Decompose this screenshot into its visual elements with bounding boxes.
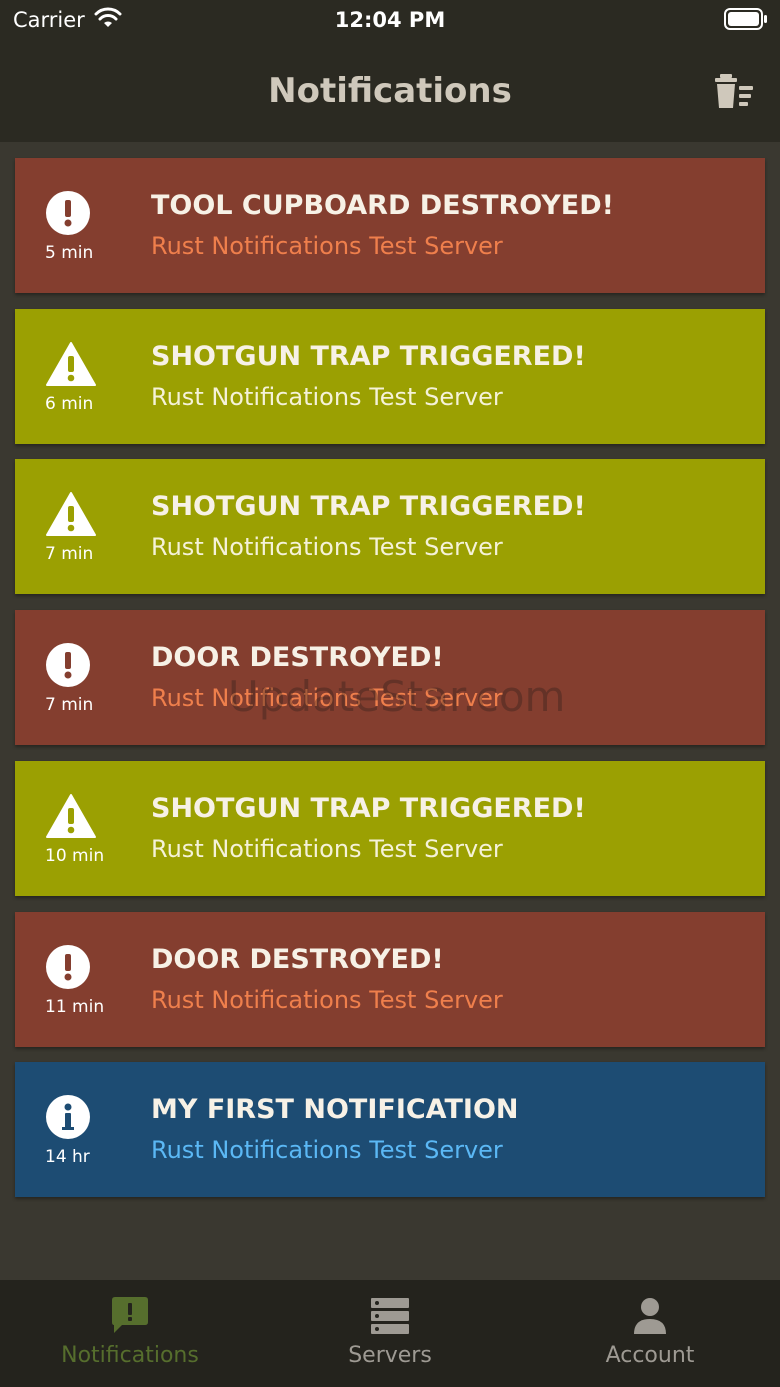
notification-title: DOOR DESTROYED! — [151, 943, 444, 975]
tab-notifications[interactable]: Notifications — [0, 1280, 260, 1387]
notification-server: Rust Notifications Test Server — [151, 1136, 503, 1165]
notification-card[interactable]: 10 min SHOTGUN TRAP TRIGGERED! Rust Notifi… — [15, 760, 765, 896]
warning-triangle-icon — [45, 793, 96, 839]
notification-age: 11 min — [45, 996, 105, 1017]
notification-card[interactable]: 7 min DOOR DESTROYED! Rust Notifications T… — [15, 610, 765, 746]
notification-title: MY FIRST NOTIFICATION — [151, 1094, 519, 1126]
notification-card[interactable]: 5 min TOOL CUPBOARD DESTROYED! Rust Notifi… — [15, 158, 765, 293]
alert-circle-icon — [45, 642, 91, 688]
navigation-bar: Notifications — [0, 44, 780, 142]
status-time: 12:04 PM — [334, 8, 446, 32]
alert-circle-icon — [45, 944, 91, 990]
notification-age: 14 hr — [45, 1147, 90, 1168]
trash-icon — [715, 74, 753, 108]
warning-triangle-icon — [45, 341, 96, 387]
notification-age: 7 min — [45, 695, 94, 716]
notification-title: SHOTGUN TRAP TRIGGERED! — [151, 491, 586, 523]
person-icon — [630, 1296, 670, 1336]
notification-server: Rust Notifications Test Server — [151, 382, 503, 411]
tab-servers[interactable]: Servers — [260, 1280, 520, 1387]
tab-servers-label: Servers — [348, 1343, 432, 1368]
notification-title: SHOTGUN TRAP TRIGGERED! — [151, 792, 586, 824]
server-icon — [370, 1296, 410, 1336]
tab-account-label: Account — [605, 1343, 695, 1368]
tab-account[interactable]: Account — [520, 1280, 780, 1387]
notification-card[interactable]: 7 min SHOTGUN TRAP TRIGGERED! Rust Notific… — [15, 459, 765, 595]
notification-age: 6 min — [45, 393, 94, 414]
notification-title: DOOR DESTROYED! — [151, 642, 444, 674]
notification-card[interactable]: 14 hr MY FIRST NOTIFICATION Rust Notificat… — [15, 1062, 765, 1198]
notification-server: Rust Notifications Test Server — [151, 985, 503, 1014]
notification-age: 10 min — [45, 845, 105, 866]
notification-card[interactable]: 11 min DOOR DESTROYED! Rust Notifications … — [15, 911, 765, 1047]
info-circle-icon — [45, 1094, 91, 1140]
notification-server: Rust Notifications Test Server — [151, 232, 503, 260]
notification-bubble-icon — [110, 1296, 150, 1336]
notification-server: Rust Notifications Test Server — [151, 533, 503, 562]
tab-notifications-label: Notifications — [61, 1343, 199, 1368]
alert-circle-icon — [45, 190, 91, 236]
notification-title: TOOL CUPBOARD DESTROYED! — [151, 190, 614, 221]
notification-title: SHOTGUN TRAP TRIGGERED! — [151, 340, 586, 372]
clear-notifications-button[interactable] — [712, 74, 756, 110]
notification-server: Rust Notifications Test Server — [151, 834, 503, 863]
notification-server: Rust Notifications Test Server — [151, 684, 503, 713]
warning-triangle-icon — [45, 491, 96, 537]
battery-icon — [724, 8, 768, 34]
page-title: Notifications — [268, 71, 512, 111]
notification-card[interactable]: 6 min SHOTGUN TRAP TRIGGERED! Rust Notific… — [15, 308, 765, 444]
notification-age: 7 min — [45, 544, 94, 565]
notification-age: 5 min — [45, 243, 94, 263]
tab-bar: Notifications Servers Account — [0, 1280, 780, 1387]
status-bar: Carrier 12:04 PM — [0, 0, 780, 44]
notification-list[interactable]: 5 min TOOL CUPBOARD DESTROYED! Rust Notifi… — [0, 142, 780, 1280]
